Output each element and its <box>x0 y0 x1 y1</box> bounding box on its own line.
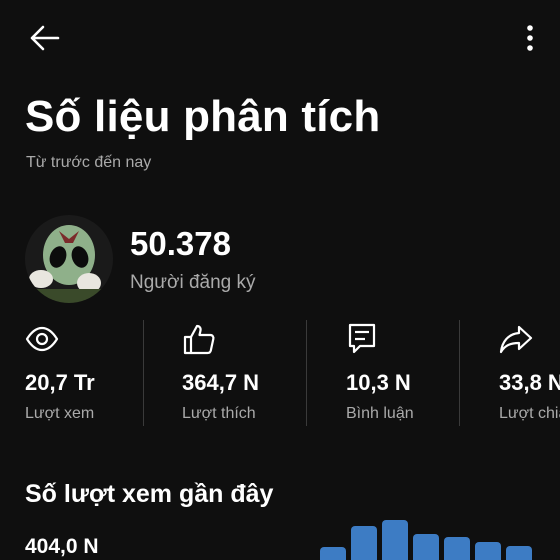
recent-views-bar <box>506 546 532 560</box>
eye-icon <box>25 326 59 352</box>
thumbs-up-icon <box>183 324 215 355</box>
stat-label: Lượt xem <box>25 405 95 422</box>
stat-comments[interactable]: 10,3 N Bình luận <box>346 318 446 434</box>
subscriber-label: Người đăng ký <box>130 272 256 293</box>
more-vertical-icon <box>527 25 533 51</box>
stat-value: 10,3 N <box>346 370 411 395</box>
recent-views-bar <box>444 537 470 560</box>
recent-views-bar <box>413 534 439 560</box>
back-button[interactable] <box>24 20 64 56</box>
top-app-bar <box>0 0 560 76</box>
arrow-left-icon <box>30 25 60 51</box>
stats-row: 20,7 Tr Lượt xem 364,7 N Lượt thích 10,3… <box>0 318 560 434</box>
stat-value: 33,8 N <box>499 370 560 395</box>
stat-label: Lượt chia sẻ <box>499 405 560 422</box>
recent-views-title: Số lượt xem gần đây <box>25 480 274 508</box>
divider <box>143 320 144 426</box>
recent-views-bars <box>320 520 532 560</box>
comment-icon <box>348 323 376 354</box>
recent-views-bar <box>320 547 346 560</box>
stat-value: 20,7 Tr <box>25 370 95 395</box>
page-subtitle: Từ trước đến nay <box>26 154 152 171</box>
stat-label: Lượt thích <box>182 405 256 422</box>
divider <box>306 320 307 426</box>
recent-views-bar <box>351 526 377 560</box>
subscriber-count: 50.378 <box>130 225 231 262</box>
share-icon <box>499 325 533 354</box>
page-title: Số liệu phân tích <box>25 92 381 141</box>
stat-shares[interactable]: 33,8 N Lượt chia sẻ <box>499 318 560 434</box>
recent-views-bar <box>475 542 501 560</box>
recent-views-value: 404,0 N <box>25 535 99 558</box>
stat-views[interactable]: 20,7 Tr Lượt xem <box>25 318 137 434</box>
recent-views-bar <box>382 520 408 560</box>
channel-avatar[interactable] <box>25 215 113 303</box>
avatar-image <box>25 215 113 303</box>
more-options-button[interactable] <box>512 20 548 56</box>
stat-value: 364,7 N <box>182 370 260 395</box>
divider <box>459 320 460 426</box>
stat-label: Bình luận <box>346 405 414 422</box>
stat-likes[interactable]: 364,7 N Lượt thích <box>182 318 292 434</box>
